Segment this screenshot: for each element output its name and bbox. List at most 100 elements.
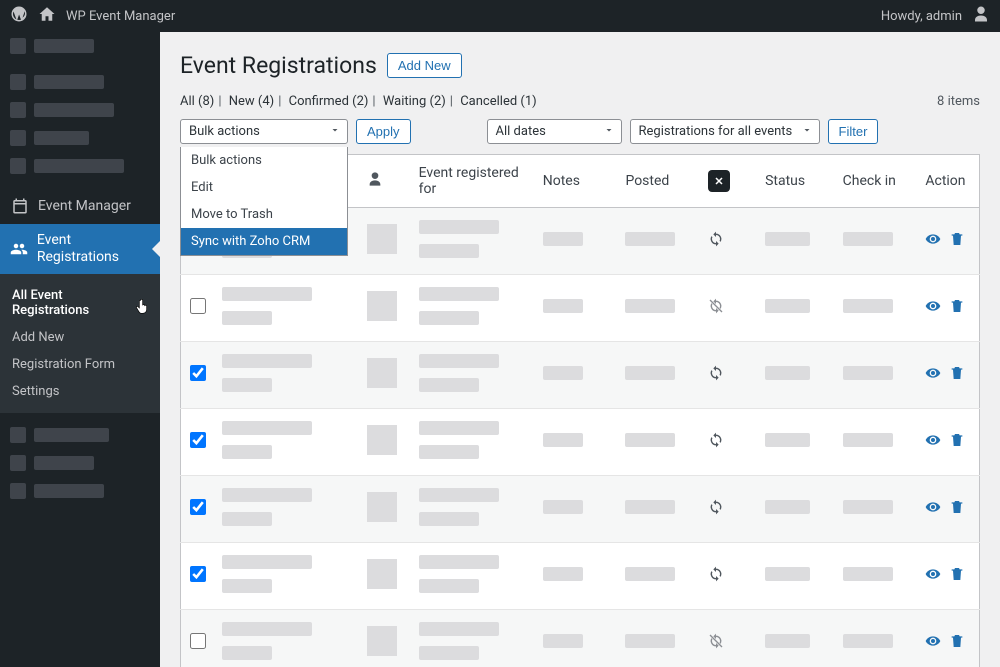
avatar-placeholder — [367, 492, 397, 522]
table-row — [181, 476, 980, 543]
sync-icon[interactable] — [708, 437, 724, 452]
chevron-down-icon — [801, 124, 813, 140]
sidebar-item-placeholder[interactable] — [0, 152, 160, 180]
sidebar-item-placeholder[interactable] — [0, 421, 160, 449]
filter-new[interactable]: New (4) — [229, 94, 274, 109]
th-notes[interactable]: Notes — [535, 155, 618, 208]
view-icon[interactable] — [925, 298, 941, 318]
table-row — [181, 275, 980, 342]
sidebar-item-placeholder[interactable] — [0, 32, 160, 60]
view-icon[interactable] — [925, 365, 941, 385]
events-label: Registrations for all events — [639, 124, 793, 139]
delete-icon[interactable] — [949, 365, 965, 385]
row-checkbox[interactable] — [190, 566, 206, 582]
sync-icon[interactable] — [708, 571, 724, 586]
submenu-registration-form[interactable]: Registration Form — [0, 351, 160, 378]
delete-icon[interactable] — [949, 633, 965, 653]
th-status[interactable]: Status — [757, 155, 835, 208]
site-title[interactable]: WP Event Manager — [66, 9, 175, 24]
avatar-placeholder — [367, 626, 397, 656]
sidebar-item-placeholder[interactable] — [0, 124, 160, 152]
howdy-text[interactable]: Howdy, admin — [881, 9, 962, 24]
wp-logo-icon[interactable] — [10, 5, 28, 27]
sidebar-item-event-manager[interactable]: Event Manager — [0, 188, 160, 224]
delete-icon[interactable] — [949, 566, 965, 586]
sidebar-item-placeholder[interactable] — [0, 68, 160, 96]
sidebar-label: Event Registrations — [37, 232, 150, 266]
submenu-settings[interactable]: Settings — [0, 378, 160, 405]
status-filter-links: All (8)| New (4)| Confirmed (2)| Waiting… — [180, 94, 537, 109]
apply-button[interactable]: Apply — [356, 119, 411, 144]
sync-icon[interactable] — [708, 303, 724, 318]
cursor-hand-icon — [134, 299, 150, 319]
delete-icon[interactable] — [949, 298, 965, 318]
sync-icon[interactable] — [708, 504, 724, 519]
avatar-placeholder — [367, 425, 397, 455]
table-row — [181, 610, 980, 667]
submenu-add-new[interactable]: Add New — [0, 324, 160, 351]
filter-waiting[interactable]: Waiting (2) — [383, 94, 446, 109]
home-icon[interactable] — [38, 5, 56, 27]
filter-cancelled[interactable]: Cancelled (1) — [460, 94, 536, 109]
th-event[interactable]: Event registered for — [411, 155, 535, 208]
th-checkin[interactable]: Check in — [835, 155, 918, 208]
chevron-down-icon — [603, 124, 615, 140]
view-icon[interactable] — [925, 633, 941, 653]
events-select[interactable]: Registrations for all events — [630, 119, 820, 144]
sidebar-item-placeholder[interactable] — [0, 96, 160, 124]
items-count: 8 items — [937, 94, 980, 109]
filter-confirmed[interactable]: Confirmed (2) — [289, 94, 369, 109]
sidebar-submenu: All Event Registrations Add New Registra… — [0, 274, 160, 413]
user-avatar-icon[interactable] — [972, 5, 990, 27]
view-icon[interactable] — [925, 566, 941, 586]
sidebar-item-placeholder[interactable] — [0, 477, 160, 505]
avatar-placeholder — [367, 559, 397, 589]
filter-all[interactable]: All (8) — [180, 94, 214, 109]
bulk-option[interactable]: Move to Trash — [181, 201, 347, 228]
table-row — [181, 342, 980, 409]
table-row — [181, 543, 980, 610]
bulk-option[interactable]: Edit — [181, 174, 347, 201]
bulk-option[interactable]: Bulk actions — [181, 147, 347, 174]
avatar-placeholder — [367, 224, 397, 254]
avatar-placeholder — [367, 358, 397, 388]
row-checkbox[interactable] — [190, 432, 206, 448]
sidebar-label: Event Manager — [38, 198, 131, 214]
row-checkbox[interactable] — [190, 298, 206, 314]
sync-icon[interactable] — [708, 236, 724, 251]
sync-close-icon — [708, 170, 730, 192]
users-icon — [10, 239, 29, 259]
delete-icon[interactable] — [949, 432, 965, 452]
admin-sidebar: Event Manager Event Registrations All Ev… — [0, 32, 160, 667]
filter-button[interactable]: Filter — [828, 119, 879, 144]
bulk-option[interactable]: Sync with Zoho CRM — [181, 228, 347, 255]
sidebar-item-event-registrations[interactable]: Event Registrations — [0, 224, 160, 274]
sync-icon[interactable] — [708, 638, 724, 653]
add-new-button[interactable]: Add New — [387, 53, 462, 78]
th-attendee-icon[interactable] — [359, 155, 411, 208]
view-icon[interactable] — [925, 499, 941, 519]
view-icon[interactable] — [925, 231, 941, 251]
delete-icon[interactable] — [949, 231, 965, 251]
delete-icon[interactable] — [949, 499, 965, 519]
bulk-actions-label: Bulk actions — [189, 124, 260, 139]
admin-bar: WP Event Manager Howdy, admin — [0, 0, 1000, 32]
row-checkbox[interactable] — [190, 365, 206, 381]
content-area: Event Registrations Add New All (8)| New… — [160, 32, 1000, 667]
bulk-actions-select[interactable]: Bulk actions Bulk actionsEditMove to Tra… — [180, 119, 348, 144]
th-posted[interactable]: Posted — [617, 155, 700, 208]
calendar-icon — [10, 196, 30, 216]
dates-label: All dates — [496, 124, 546, 139]
sidebar-item-placeholder[interactable] — [0, 449, 160, 477]
row-checkbox[interactable] — [190, 499, 206, 515]
table-row — [181, 409, 980, 476]
th-action[interactable]: Action — [917, 155, 979, 208]
page-title: Event Registrations — [180, 52, 377, 79]
view-icon[interactable] — [925, 432, 941, 452]
row-checkbox[interactable] — [190, 633, 206, 649]
bulk-actions-dropdown: Bulk actionsEditMove to TrashSync with Z… — [180, 147, 348, 256]
th-sync[interactable] — [700, 155, 757, 208]
submenu-all-registrations[interactable]: All Event Registrations — [0, 282, 160, 324]
sync-icon[interactable] — [708, 370, 724, 385]
dates-select[interactable]: All dates — [487, 119, 622, 144]
